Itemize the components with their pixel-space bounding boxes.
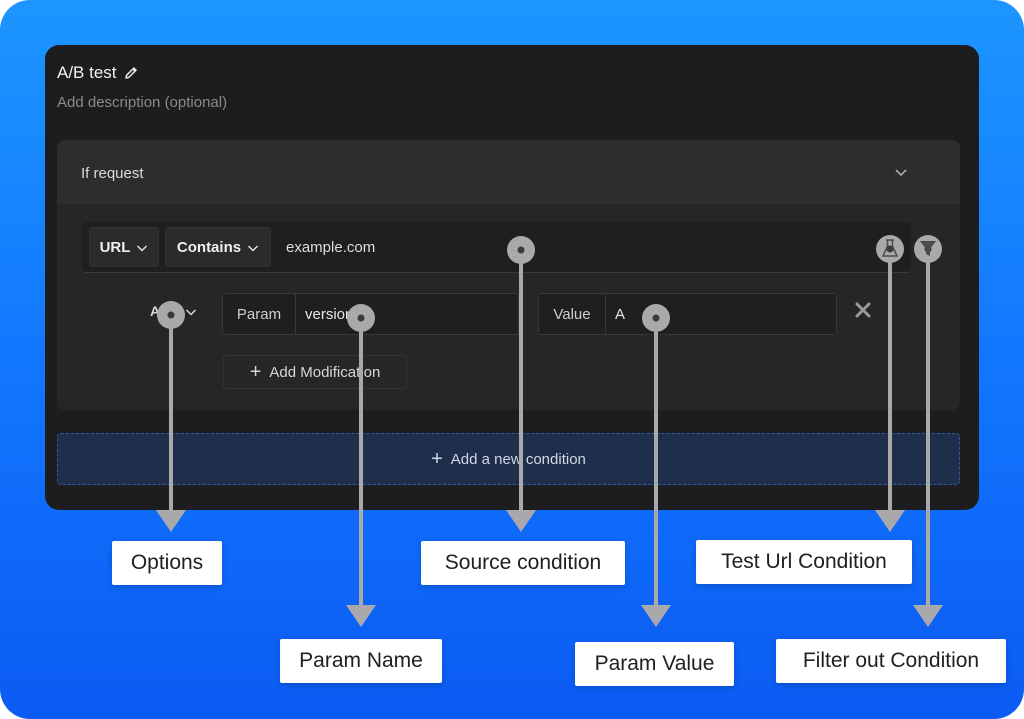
title-row: A/B test [57,63,139,83]
description-input[interactable]: Add description (optional) [57,94,227,111]
annotation-source-condition: Source condition [421,541,625,585]
param-value-field[interactable]: Value A [538,293,837,335]
source-dropdown-label: URL [99,238,131,256]
action-dropdown-label: ADD [150,303,181,319]
annotation-filter-out-condition: Filter out Condition [776,639,1006,683]
close-icon[interactable] [854,301,872,319]
chevron-down-icon [247,241,259,253]
source-value-input[interactable]: example.com [286,239,375,256]
add-condition-button[interactable]: + Add a new condition [57,433,960,485]
chevron-down-icon[interactable] [894,165,908,179]
operator-dropdown[interactable]: Contains [165,227,271,267]
annotation-param-name: Param Name [280,639,442,683]
annotation-test-url-condition: Test Url Condition [696,540,912,584]
param-name-input[interactable]: version [305,306,353,323]
rule-title: A/B test [57,63,117,82]
param-value-input[interactable]: A [615,306,625,323]
if-request-section: If request URL Contains example.com ADD … [57,140,960,410]
action-dropdown[interactable]: ADD [150,303,197,319]
source-dropdown[interactable]: URL [89,227,159,267]
chevron-down-icon [185,305,197,317]
chevron-down-icon [136,241,148,253]
modification-row: ADD Param version Value A [57,290,960,340]
add-modification-button[interactable]: + Add Modification [223,355,407,389]
section-header[interactable]: If request [57,140,960,204]
add-modification-label: Add Modification [269,363,381,381]
section-title: If request [81,165,144,182]
plus-icon: + [249,361,262,383]
plus-icon: + [431,448,443,470]
param-name-field[interactable]: Param version [222,293,519,335]
operator-dropdown-label: Contains [176,238,242,256]
value-label: Value [539,294,606,334]
source-condition-row: URL Contains example.com [82,222,911,273]
add-condition-label: Add a new condition [450,450,586,468]
annotation-options: Options [112,541,222,585]
param-label: Param [223,294,296,334]
pencil-icon[interactable] [123,65,139,81]
annotation-param-value: Param Value [575,642,734,686]
rule-card: A/B test Add description (optional) If r… [45,45,979,510]
